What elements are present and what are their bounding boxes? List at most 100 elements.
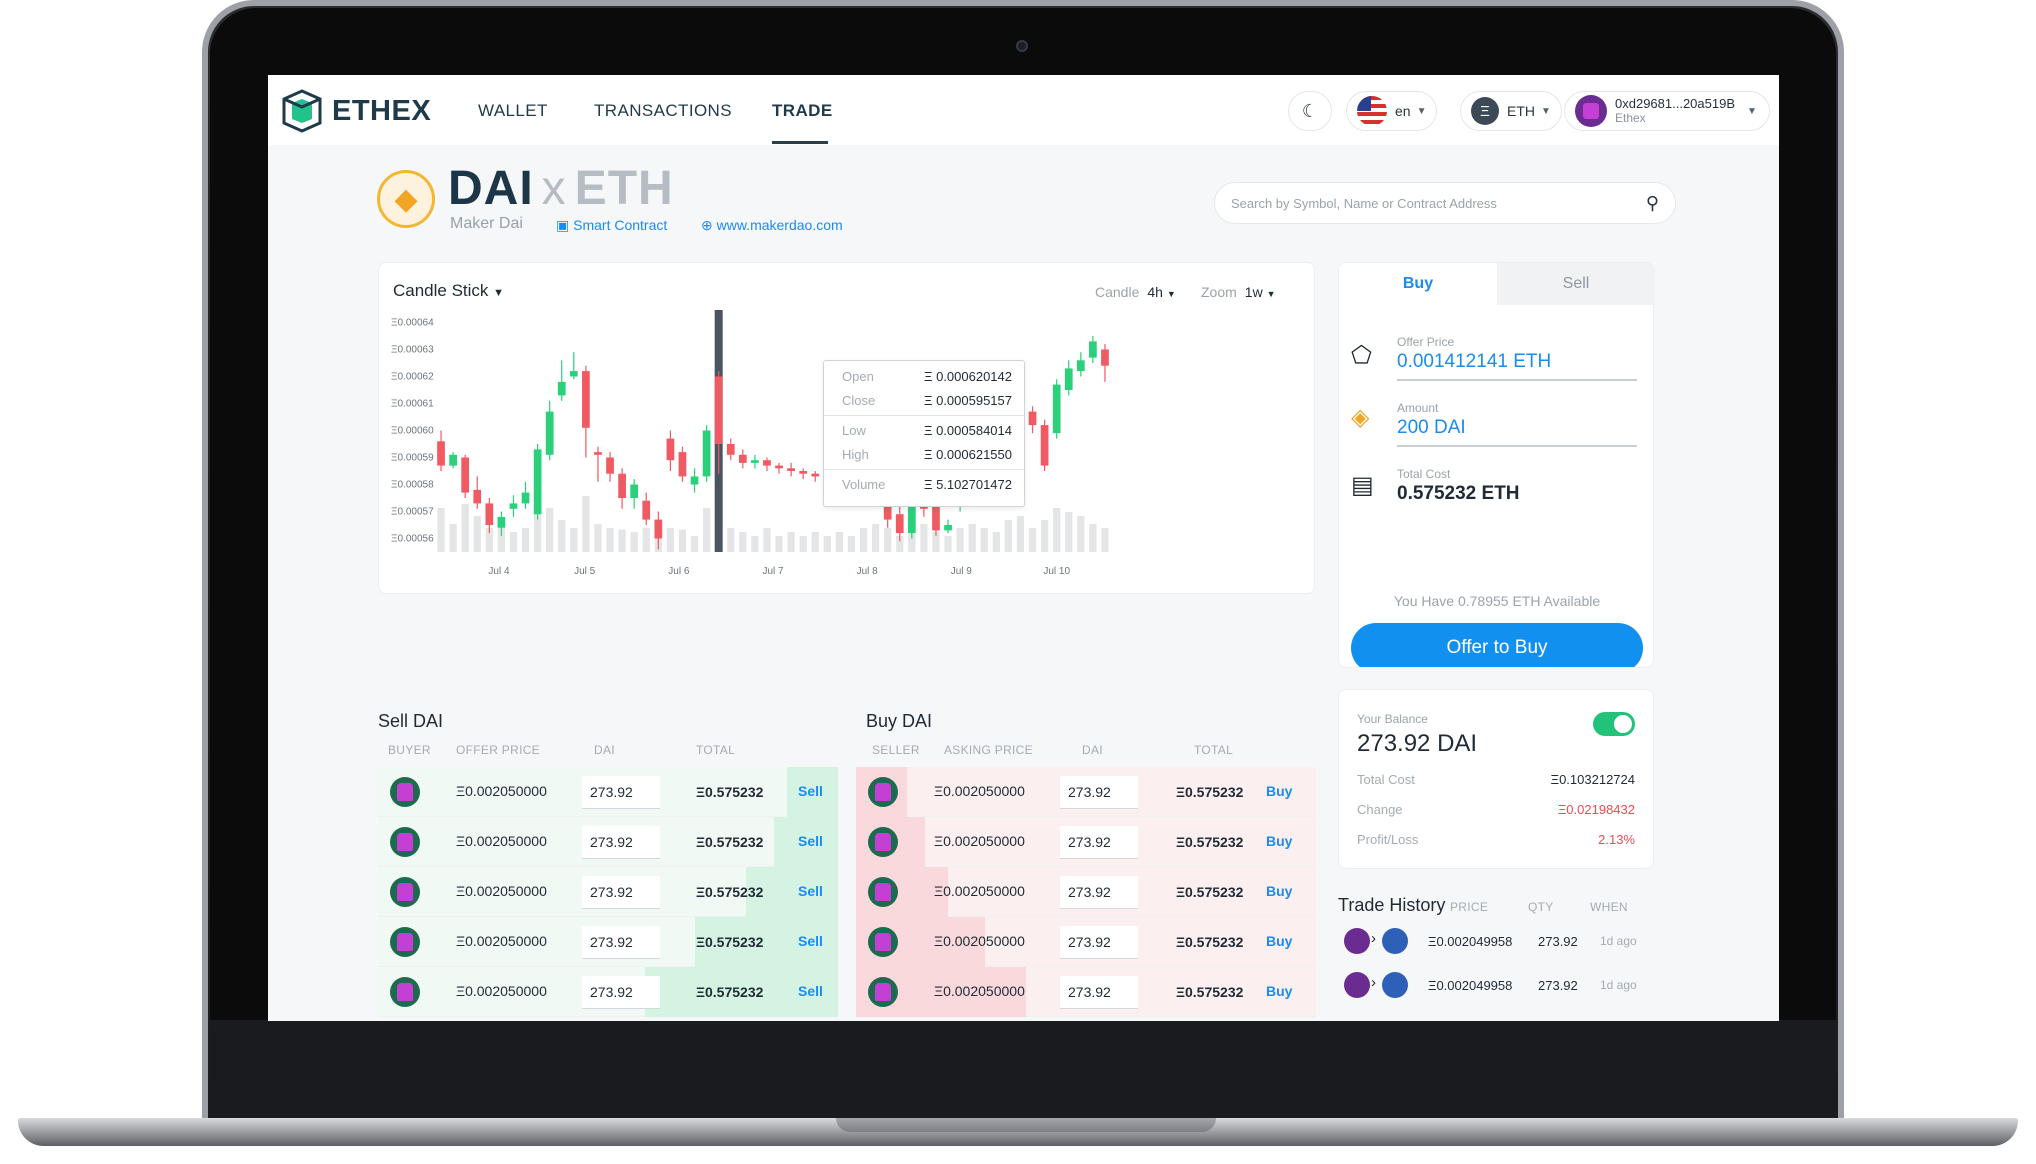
balance-toggle[interactable] [1593, 712, 1635, 736]
theme-toggle-button[interactable]: ☾ [1288, 91, 1332, 131]
candle-body [799, 471, 808, 474]
balance-change-value: Ξ0.02198432 [1557, 802, 1635, 817]
nav-wallet[interactable]: WALLET [478, 101, 548, 121]
brand-logo[interactable]: ETHEX [280, 89, 431, 133]
y-tick-label: Ξ0.00062 [391, 372, 434, 383]
dai-qty-input[interactable] [1060, 876, 1138, 908]
smart-contract-link[interactable]: ▣ Smart Contract [556, 217, 667, 234]
order-total: Ξ0.575232 [696, 934, 764, 950]
volume-bar [509, 532, 518, 552]
volume-bar [920, 524, 928, 552]
candle-body [1052, 384, 1061, 434]
sell-order-row: Ξ0.002050000 Ξ0.575232 Sell [378, 817, 838, 867]
sell-action-button[interactable]: Sell [798, 833, 823, 849]
dai-qty-input[interactable] [582, 876, 660, 908]
amount-label: Amount [1397, 401, 1439, 415]
offer-price-input[interactable]: 0.001412141 ETH [1397, 351, 1551, 373]
candle-interval-selector[interactable]: Candle 4h ▼ [1095, 284, 1176, 300]
receipt-icon: ▤ [1351, 472, 1374, 499]
volume-bar [739, 532, 747, 552]
sell-order-row: Ξ0.002050000 Ξ0.575232 Sell [378, 867, 838, 917]
buy-action-button[interactable]: Buy [1266, 883, 1292, 899]
order-total: Ξ0.575232 [696, 834, 764, 850]
dai-qty-input[interactable] [1060, 776, 1138, 808]
tooltip-open-row: Open Ξ 0.000620142 [842, 369, 1012, 384]
buy-action-button[interactable]: Buy [1266, 983, 1292, 999]
y-tick-label: Ξ0.00058 [391, 480, 434, 491]
volume-bar [751, 536, 759, 552]
nav-trade[interactable]: TRADE [772, 101, 833, 121]
y-tick-label: Ξ0.00063 [391, 345, 434, 356]
chart-type-selector[interactable]: Candle Stick ▼ [393, 281, 504, 301]
candle-body [1101, 349, 1109, 366]
sell-action-button[interactable]: Sell [798, 883, 823, 899]
dai-qty-input[interactable] [1060, 826, 1138, 858]
currency-value: ETH [1507, 103, 1535, 119]
search-input[interactable]: Search by Symbol, Name or Contract Addre… [1231, 196, 1646, 211]
nav-transactions[interactable]: TRANSACTIONS [594, 101, 732, 121]
order-total: Ξ0.575232 [1176, 884, 1244, 900]
candle-value: 4h [1147, 284, 1163, 300]
avatar [390, 877, 420, 907]
volume-bar [811, 532, 819, 552]
buy-action-button[interactable]: Buy [1266, 933, 1292, 949]
sell-action-button[interactable]: Sell [798, 933, 823, 949]
search-icon[interactable]: ⚲ [1646, 193, 1659, 214]
y-tick-label: Ξ0.00064 [391, 318, 434, 329]
chevron-down-icon: ▼ [1541, 105, 1551, 117]
language-selector[interactable]: en ▼ [1346, 91, 1438, 131]
buy-order-row: Ξ0.002050000 Ξ0.575232 Buy [856, 867, 1316, 917]
tooltip-low-value: Ξ 0.000584014 [924, 423, 1012, 438]
tab-sell[interactable]: Sell [1497, 263, 1653, 305]
volume-bar [473, 516, 481, 552]
y-tick-label: Ξ0.00060 [391, 426, 434, 437]
pair-base: DAI [448, 162, 534, 215]
navbar: ETHEX WALLET TRANSACTIONS TRADE ☾ en ▼ Ξ… [268, 75, 1779, 145]
dai-qty-input[interactable] [582, 976, 660, 1008]
language-value: en [1395, 103, 1411, 119]
sell-col-offer-price: OFFER PRICE [456, 743, 540, 757]
volume-bar [1016, 516, 1025, 552]
tab-buy[interactable]: Buy [1339, 263, 1497, 305]
tooltip-low-label: Low [842, 423, 866, 438]
zoom-selector[interactable]: Zoom 1w ▼ [1201, 284, 1276, 300]
offer-price: Ξ0.002050000 [456, 983, 547, 999]
chevron-down-icon: ▼ [1747, 105, 1757, 117]
dai-qty-input[interactable] [1060, 926, 1138, 958]
history-col-price: PRICE [1450, 900, 1489, 914]
website-link[interactable]: ⊕ www.makerdao.com [701, 217, 843, 234]
balance-pl-value: 2.13% [1598, 832, 1635, 847]
trade-history-row[interactable]: › Ξ0.002049958 273.92 1d ago [1338, 924, 1654, 968]
dai-qty-input[interactable] [582, 776, 660, 808]
chevron-down-icon: ▼ [1266, 289, 1276, 299]
volume-bar [521, 528, 530, 552]
chevron-down-icon: ▼ [493, 287, 505, 299]
volume-bar [992, 532, 1000, 552]
tooltip-volume-value: Ξ 5.102701472 [924, 477, 1012, 492]
volume-bar [847, 536, 856, 552]
trade-history-row[interactable]: › Ξ0.002049958 273.92 1d ago [1338, 968, 1654, 1012]
volume-bar [799, 536, 807, 552]
candle-tooltip: Open Ξ 0.000620142 Close Ξ 0.000595157 Low… [823, 360, 1025, 507]
volume-bar [690, 536, 699, 552]
currency-selector[interactable]: Ξ ETH ▼ [1460, 91, 1562, 131]
pair-separator: x [541, 162, 567, 215]
dai-qty-input[interactable] [582, 926, 660, 958]
sell-action-button[interactable]: Sell [798, 783, 823, 799]
search-bar[interactable]: Search by Symbol, Name or Contract Addre… [1214, 182, 1676, 224]
dai-qty-input[interactable] [1060, 976, 1138, 1008]
volume-bar [775, 536, 783, 552]
offer-price: Ξ0.002050000 [456, 933, 547, 949]
candle-body [944, 525, 952, 531]
sell-action-button[interactable]: Sell [798, 983, 823, 999]
candle-body [678, 452, 687, 477]
offer-to-buy-button[interactable]: Offer to Buy [1351, 623, 1643, 667]
account-selector[interactable]: 0xd29681...20a519B Ethex ▼ [1564, 91, 1770, 131]
balance-card: Your Balance 273.92 DAI Total Cost Ξ0.103… [1338, 689, 1654, 869]
dai-qty-input[interactable] [582, 826, 660, 858]
candle-body [1064, 368, 1073, 390]
buy-action-button[interactable]: Buy [1266, 783, 1292, 799]
avatar [868, 877, 898, 907]
amount-input[interactable]: 200 DAI [1397, 417, 1466, 439]
buy-action-button[interactable]: Buy [1266, 833, 1292, 849]
